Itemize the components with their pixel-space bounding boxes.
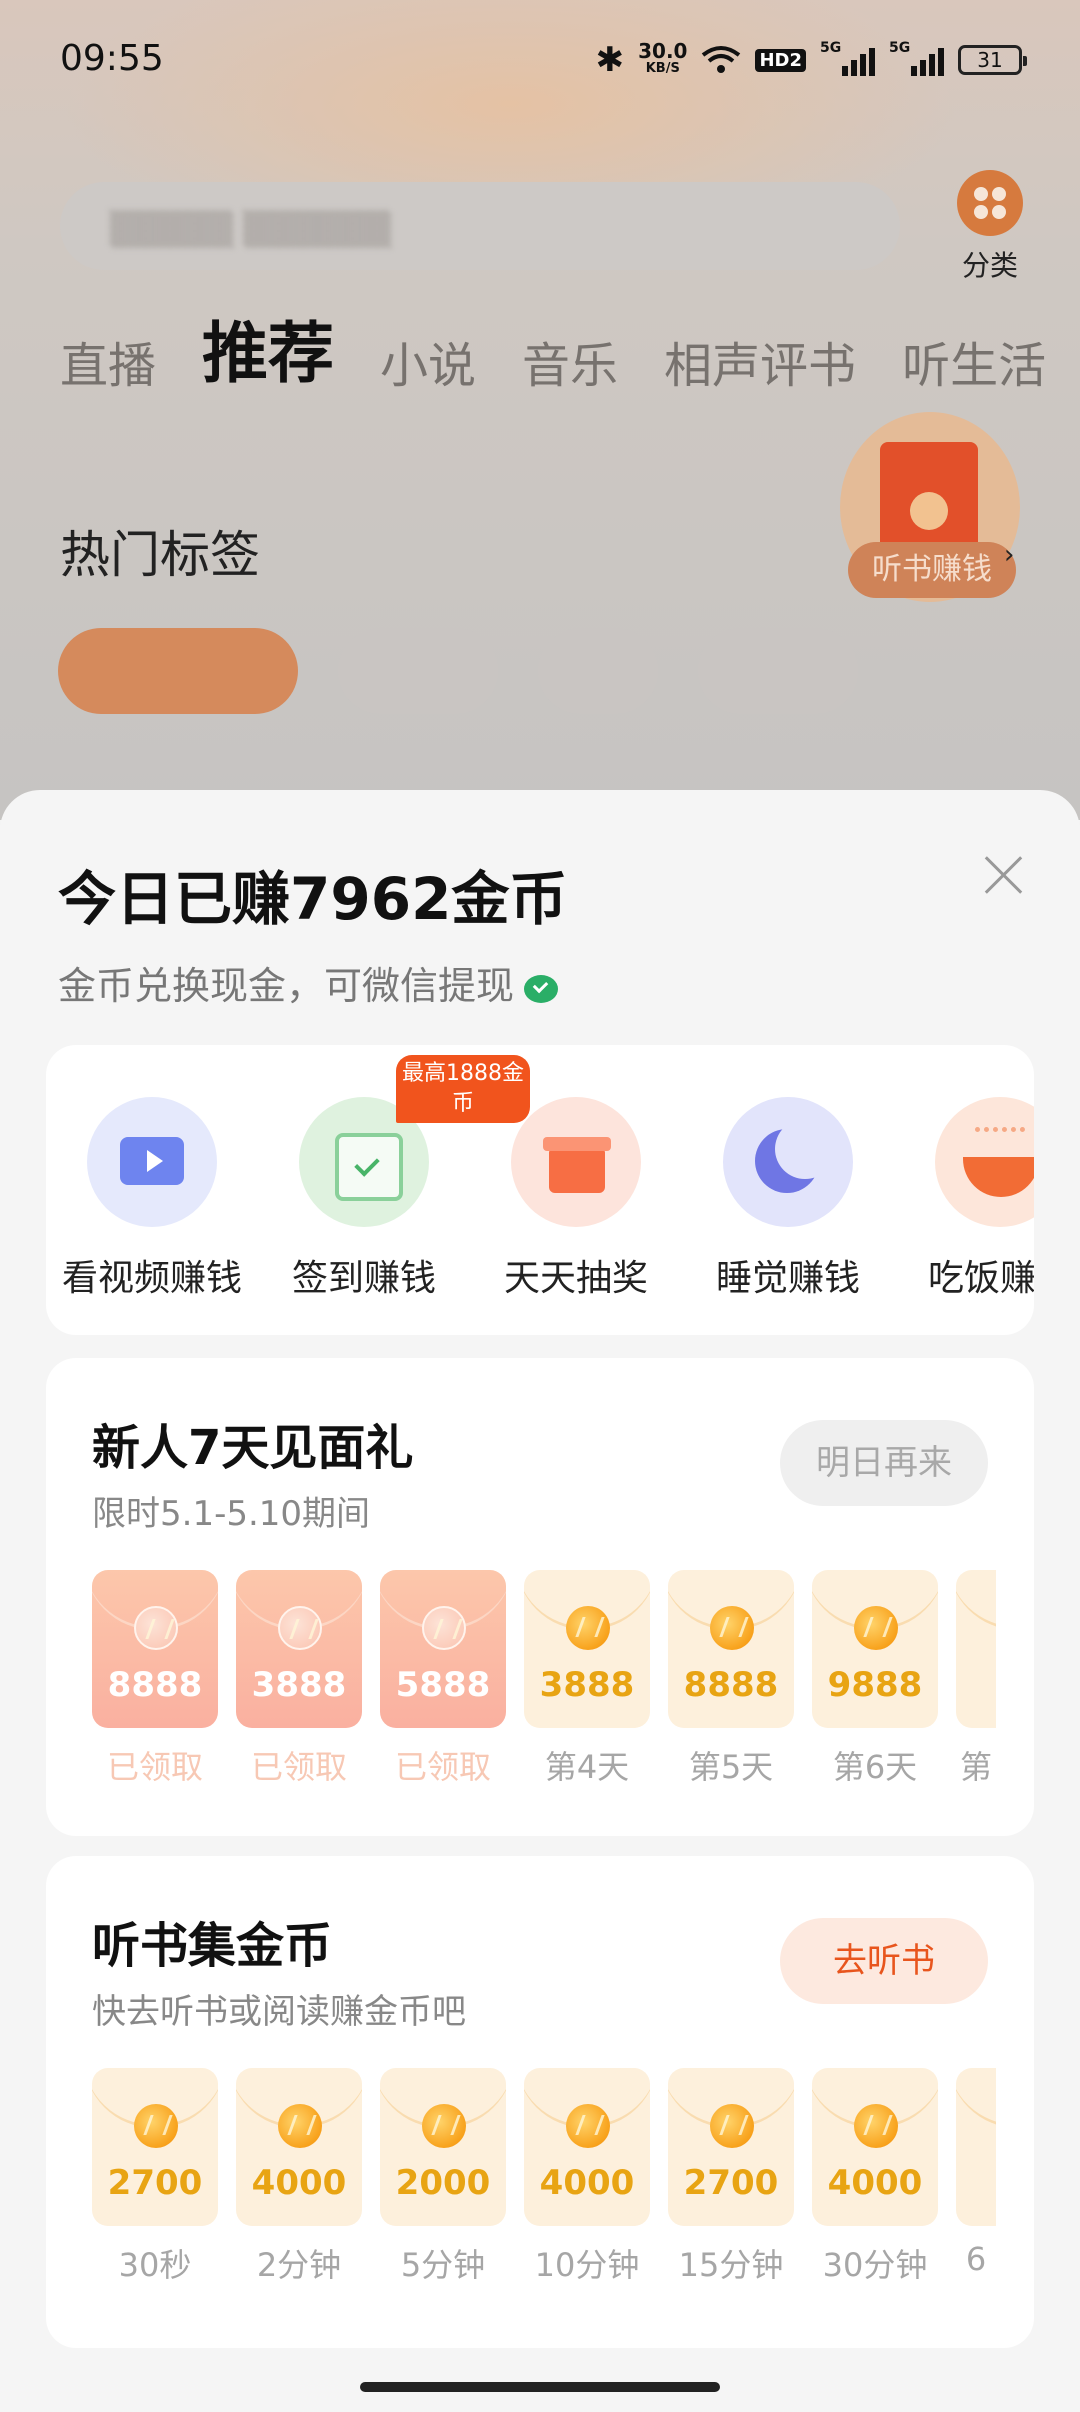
tag-chip[interactable] (58, 628, 298, 714)
status-icons: ✱ 30.0 KB/S HD2 5G 5G 31 (595, 39, 1027, 80)
bluetooth-icon: ✱ (595, 40, 625, 80)
day-reward[interactable]: 5第 (956, 1570, 996, 1788)
listen-tiers: 2700 30秒 4000 2分钟 2000 5分钟 4000 10分钟 2700 15分… (92, 2068, 996, 2286)
home-indicator[interactable] (360, 2382, 720, 2392)
day-reward[interactable]: 8888 已领取 (92, 1570, 218, 1788)
coin-icon (566, 1606, 610, 1650)
wechat-icon (524, 974, 559, 1003)
day-reward[interactable]: 8888 第5天 (668, 1570, 794, 1788)
coin-icon (566, 2104, 610, 2148)
listen-title: 听书集金币 (92, 1918, 333, 1974)
tab-recommend[interactable]: 推荐 (202, 300, 334, 396)
network-speed: 30.0 KB/S (638, 39, 688, 76)
listen-subtitle: 快去听书或阅读赚金币吧 (92, 1992, 466, 2032)
signin-bonus-badge: 最高1888金币 (396, 1055, 530, 1123)
tv-icon (87, 1097, 217, 1227)
earn-item-sleep[interactable]: 睡觉赚钱 (682, 1045, 894, 1301)
grid-icon (957, 170, 1023, 236)
coin-icon (422, 2104, 466, 2148)
tab-live[interactable]: 直播 (60, 326, 156, 396)
clock: 09:55 (60, 38, 164, 79)
coin-icon (710, 2104, 754, 2148)
listen-tier[interactable]: 4000 10分钟 (524, 2068, 650, 2286)
background-page: ▒▒▒▒▒ ▒▒▒▒▒▒ 分类 直播 推荐 小说 音乐 相声评书 听生活 热门标… (0, 0, 1080, 820)
coin-icon (134, 1606, 178, 1650)
earn-item-video[interactable]: 看视频赚钱 (46, 1045, 258, 1301)
listen-tier[interactable]: 2700 15分钟 (668, 2068, 794, 2286)
coin-icon (422, 1606, 466, 1650)
bowl-icon (935, 1097, 1034, 1227)
newbie-gift-card: 新人7天见面礼 限时5.1-5.10期间 明日再来 8888 已领取 3888 已领… (46, 1358, 1034, 1836)
tab-crosstalk[interactable]: 相声评书 (664, 326, 856, 396)
coins-sheet: 今日已赚7962金币 金币兑换现金，可微信提现 看视频赚钱 签到赚钱 天天抽奖 … (0, 790, 1080, 2412)
coin-icon (134, 2104, 178, 2148)
chevron-right-icon: › (1004, 540, 1015, 570)
day-reward[interactable]: 3888 已领取 (236, 1570, 362, 1788)
category-button[interactable]: 分类 (955, 170, 1025, 284)
signal-icon-2: 5G (889, 40, 944, 76)
coin-icon (278, 1606, 322, 1650)
tab-music[interactable]: 音乐 (522, 326, 618, 396)
tab-life[interactable]: 听生活 (902, 326, 1046, 396)
listen-earn-badge[interactable]: 听书赚钱 (840, 412, 1020, 602)
hd-icon: HD2 (755, 48, 806, 72)
status-bar: 09:55 ✱ 30.0 KB/S HD2 5G 5G 31 (0, 0, 1080, 120)
signal-icon: 5G (820, 40, 875, 76)
tab-novel[interactable]: 小说 (380, 326, 476, 396)
earn-methods-card: 看视频赚钱 签到赚钱 天天抽奖 睡觉赚钱 吃饭赚钱 最高1888金币 (46, 1045, 1034, 1335)
moon-icon (723, 1097, 853, 1227)
day-reward[interactable]: 5888 已领取 (380, 1570, 506, 1788)
listen-tier[interactable]: 4000 2分钟 (236, 2068, 362, 2286)
listen-tier[interactable]: 4000 30分钟 (812, 2068, 938, 2286)
listen-tier[interactable]: 26 (956, 2068, 996, 2286)
listen-coins-card: 听书集金币 快去听书或阅读赚金币吧 去听书 2700 30秒 4000 2分钟 20… (46, 1856, 1034, 2348)
listen-tier[interactable]: 2000 5分钟 (380, 2068, 506, 2286)
tag-chip[interactable] (538, 628, 658, 714)
coin-icon (854, 2104, 898, 2148)
search-placeholder-blurred: ▒▒▒▒▒ ▒▒▒▒▒▒ (110, 210, 391, 248)
day-reward[interactable]: 3888 第4天 (524, 1570, 650, 1788)
category-label: 分类 (961, 249, 1018, 282)
sheet-subtitle: 金币兑换现金，可微信提现 (58, 955, 559, 1010)
tab-bar: 直播 推荐 小说 音乐 相声评书 听生活 (60, 300, 1046, 396)
tag-chip[interactable] (698, 628, 858, 714)
go-listen-button[interactable]: 去听书 (780, 1918, 988, 2004)
coin-icon (710, 1606, 754, 1650)
coin-icon (854, 1606, 898, 1650)
hot-tags-title: 热门标签 (60, 526, 260, 584)
earn-item-meal[interactable]: 吃饭赚钱 (894, 1045, 1034, 1301)
newbie-subtitle: 限时5.1-5.10期间 (92, 1494, 371, 1534)
search-bar[interactable]: ▒▒▒▒▒ ▒▒▒▒▒▒ (60, 182, 900, 270)
day-reward[interactable]: 9888 第6天 (812, 1570, 938, 1788)
listen-tier[interactable]: 2700 30秒 (92, 2068, 218, 2286)
come-back-tomorrow-button[interactable]: 明日再来 (780, 1420, 988, 1506)
wifi-icon (701, 45, 741, 75)
sheet-title: 今日已赚7962金币 (58, 865, 568, 933)
tag-chip[interactable] (338, 628, 498, 714)
newbie-days: 8888 已领取 3888 已领取 5888 已领取 3888 第4天 8888 第5天 … (92, 1570, 996, 1788)
close-icon[interactable] (982, 852, 1026, 896)
tag-chips (58, 628, 858, 714)
listen-earn-label: 听书赚钱 (848, 542, 1016, 598)
newbie-title: 新人7天见面礼 (92, 1420, 414, 1476)
coin-icon (278, 2104, 322, 2148)
gift-icon (511, 1097, 641, 1227)
battery-icon: 31 (958, 45, 1027, 75)
